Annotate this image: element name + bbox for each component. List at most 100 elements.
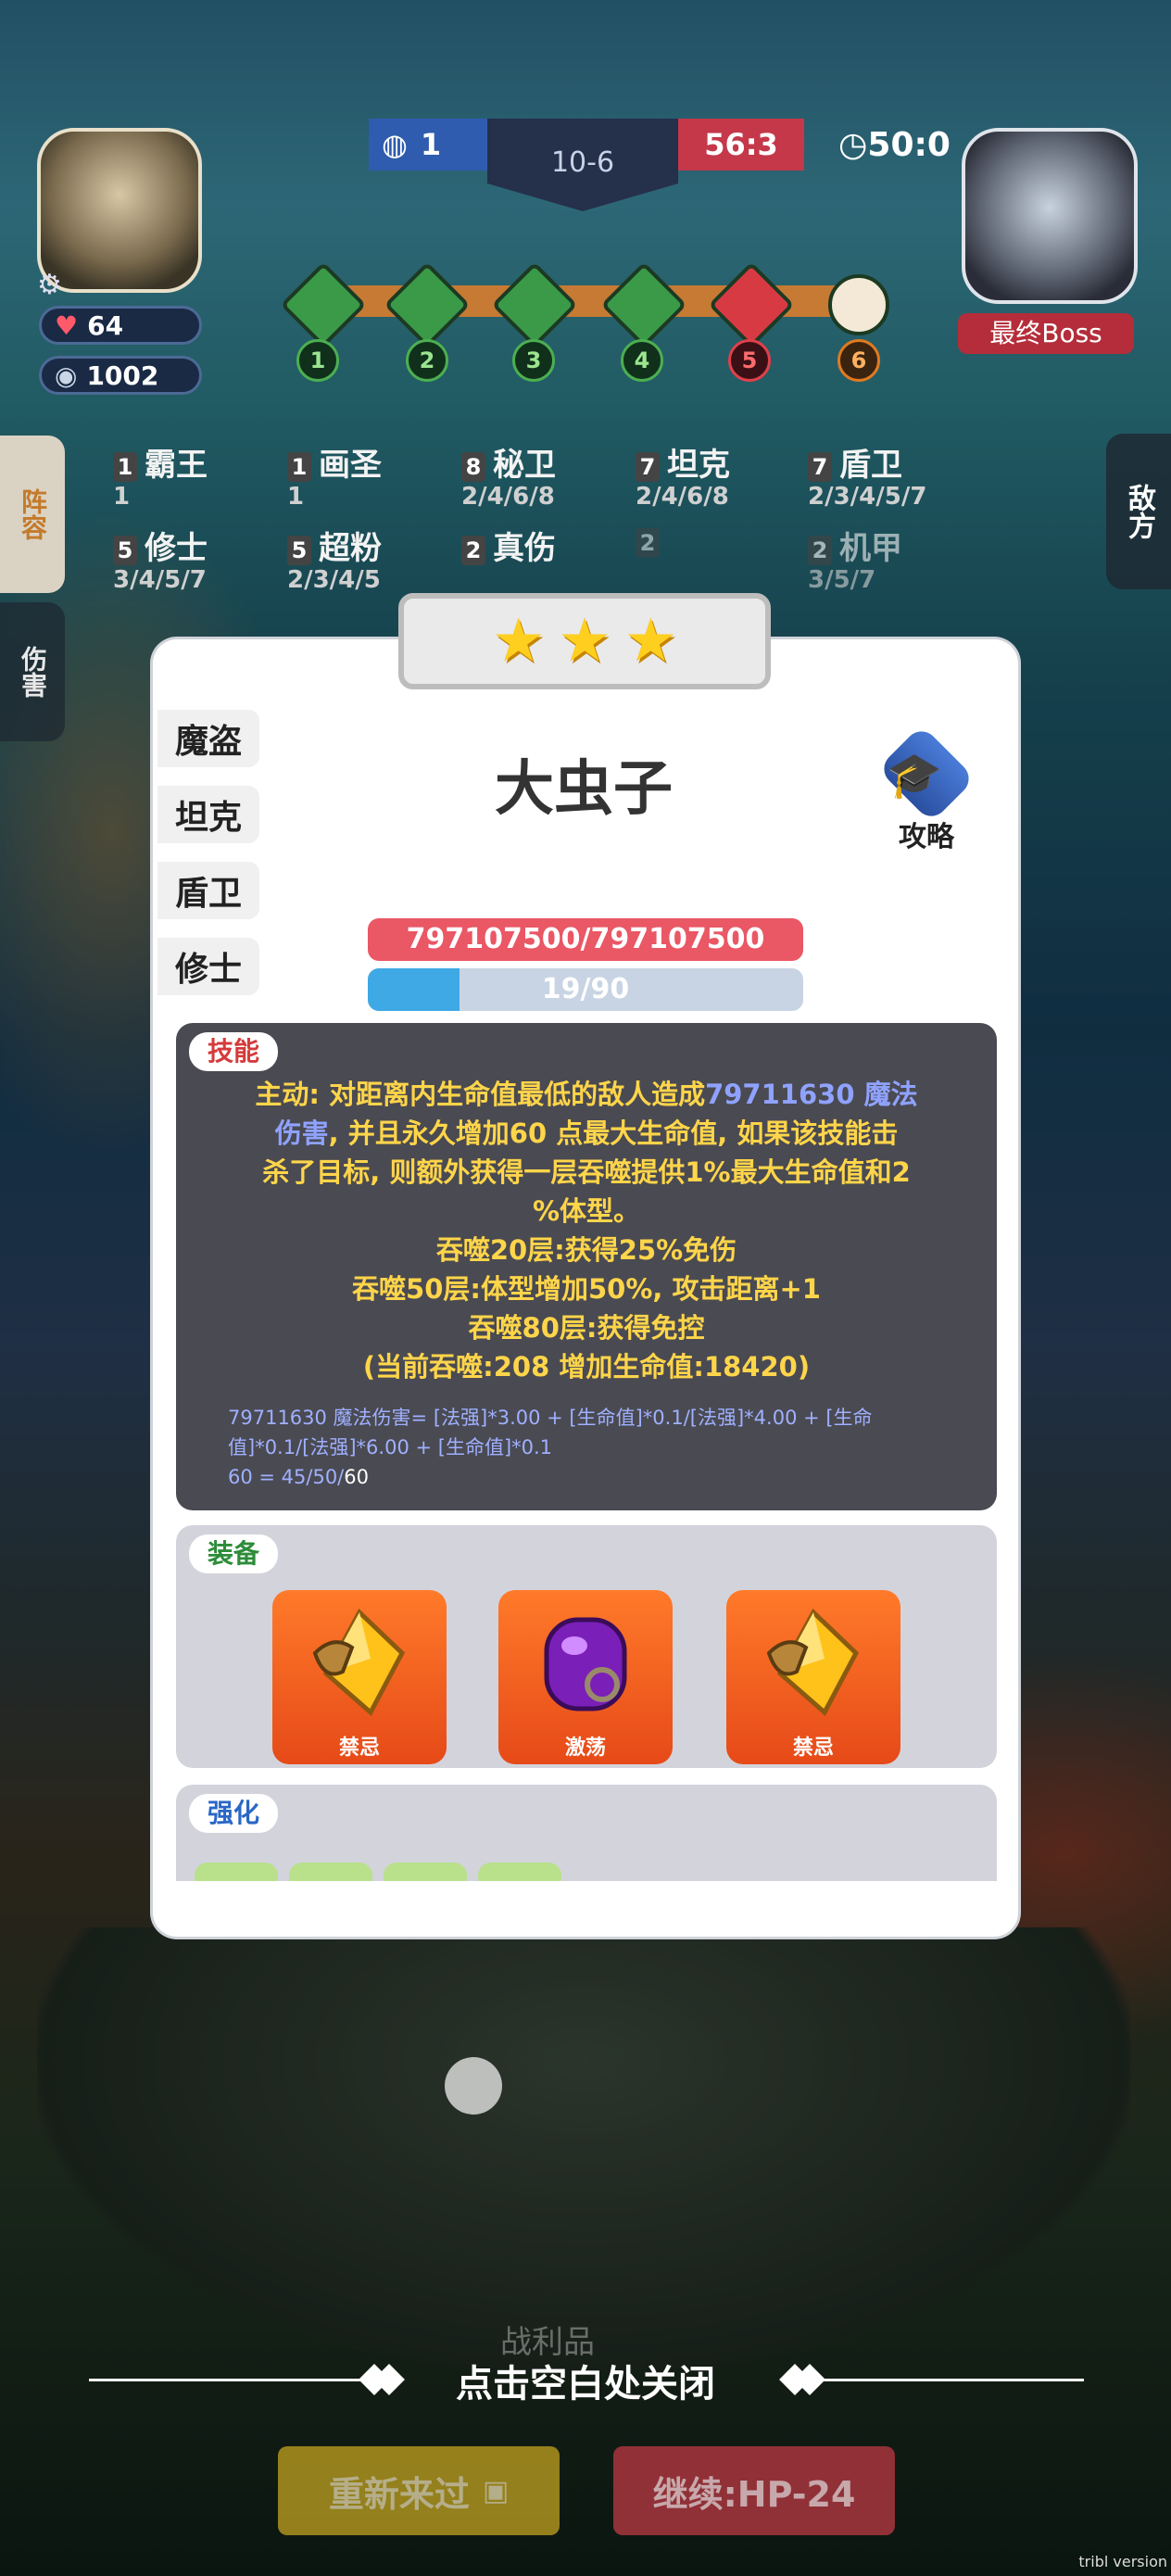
equipment-item-slot[interactable]: 禁忌 xyxy=(272,1590,447,1764)
role-tag[interactable]: 盾卫 xyxy=(157,862,259,919)
retry-label: 重新来过 xyxy=(328,2473,470,2515)
role-tag[interactable]: 魔盗 xyxy=(157,710,259,767)
skill-line: %体型。 xyxy=(532,1195,641,1227)
round-timer: ◷50:0 xyxy=(838,126,951,164)
heart-icon: ♥ xyxy=(55,309,79,341)
synergy-tiers: 1 xyxy=(287,483,305,511)
star-rating: ★ ★ ★ xyxy=(398,593,771,689)
tab-damage[interactable]: 伤害 xyxy=(0,602,65,741)
synergy-item[interactable]: 1 霸王 1 xyxy=(113,439,208,511)
synergy-item[interactable]: 7 坦克 2/4/6/8 xyxy=(636,439,730,511)
synergy-count: 2 xyxy=(636,527,660,558)
equipment-name: 禁忌 xyxy=(792,1736,834,1760)
synergy-item[interactable]: 5 超粉 2/3/4/5 xyxy=(287,523,382,594)
fire-icon: ◍ xyxy=(382,127,408,162)
skill-line: 杀了目标, 则额外获得一层吞噬提供1%最大生命值和2 xyxy=(262,1156,911,1188)
equipment-name: 禁忌 xyxy=(338,1736,380,1760)
player-hp-pill: ♥ 64 xyxy=(39,306,202,345)
formula-line: 60 = 45/50/ xyxy=(228,1466,345,1488)
synergy-count: 7 xyxy=(808,451,832,482)
skill-description: 主动: 对距离内生命值最低的敌人造成79711630 魔法 伤害, 并且永久增加… xyxy=(209,1075,963,1386)
settings-gear-icon[interactable]: ⚙ xyxy=(37,269,62,301)
enhancement-chip[interactable] xyxy=(478,1863,561,1881)
synergy-item[interactable]: 1 画圣 1 xyxy=(287,439,382,511)
synergy-name: 霸王 xyxy=(145,447,208,484)
synergy-name: 超粉 xyxy=(319,530,382,567)
unit-mana-bar: 19/90 xyxy=(368,968,803,1011)
guide-button[interactable]: 🎓 攻略 xyxy=(866,724,987,854)
synergy-tiers: 1 xyxy=(113,483,131,511)
synergy-item[interactable]: 5 修士 3/4/5/7 xyxy=(113,523,208,594)
clock-icon: ◷ xyxy=(838,126,868,164)
synergy-tiers: 2/3/4/5/7 xyxy=(808,483,927,511)
synergy-name: 盾卫 xyxy=(839,447,902,484)
star-icon: ★ xyxy=(558,607,611,676)
enhancement-section: 强化 xyxy=(176,1785,997,1881)
star-icon: ★ xyxy=(623,607,678,676)
skill-damage-value: 79711630 魔法 xyxy=(705,1079,918,1110)
star-icon: ★ xyxy=(491,607,546,676)
synergy-item[interactable]: 8 秘卫 2/4/6/8 xyxy=(461,439,556,511)
surge-orb-icon xyxy=(544,1617,627,1711)
mana-text: 19/90 xyxy=(541,973,630,1005)
watermark: tribl version xyxy=(1078,2553,1167,2570)
wave-number-2: 2 xyxy=(406,339,448,382)
continue-button[interactable]: 继续:HP-24 xyxy=(613,2446,895,2535)
equipment-section-title: 装备 xyxy=(189,1534,278,1573)
synergy-item[interactable]: 2 xyxy=(636,523,667,560)
unit-name: 大虫子 xyxy=(495,755,673,824)
left-score: ◍ 1 xyxy=(369,119,487,170)
role-tag-list: 魔盗 坦克 盾卫 修士 xyxy=(157,710,259,1014)
formula-line: 79711630 魔法伤害= [法强]*3.00 + [生命值]*0.1/[法强… xyxy=(228,1407,873,1429)
role-tag[interactable]: 坦克 xyxy=(157,786,259,843)
skill-line: 吞噬50层:体型增加50%, 攻击距离+1 xyxy=(352,1273,821,1305)
synergy-count: 8 xyxy=(461,451,485,482)
enhancement-chip[interactable] xyxy=(195,1863,278,1881)
synergy-tiers: 2/4/6/8 xyxy=(636,483,729,511)
synergy-item[interactable]: 2 真伤 xyxy=(461,523,556,567)
boss-avatar[interactable] xyxy=(962,128,1138,304)
synergy-tiers: 3/5/7 xyxy=(808,566,876,594)
wave-number-3: 3 xyxy=(512,339,555,382)
synergy-name: 修士 xyxy=(145,530,208,567)
unit-hp-bar: 797107500/797107500 xyxy=(368,918,803,961)
enhancement-chip[interactable] xyxy=(289,1863,372,1881)
synergy-name: 机甲 xyxy=(839,530,902,567)
tab-lineup[interactable]: 阵容 xyxy=(0,436,65,593)
synergy-tiers: 2/3/4/5 xyxy=(287,566,381,594)
synergy-name: 秘卫 xyxy=(493,447,556,484)
synergy-name: 真伤 xyxy=(493,530,556,567)
enhancement-chip[interactable] xyxy=(384,1863,467,1881)
equipment-name: 激荡 xyxy=(564,1736,606,1760)
mortarboard-icon: 🎓 xyxy=(887,750,942,802)
synergy-name: 画圣 xyxy=(319,447,382,484)
synergy-item[interactable]: 2 机甲 3/5/7 xyxy=(808,523,902,594)
forbidden-crystal-icon xyxy=(312,1608,406,1716)
skill-line: 主动: 对距离内生命值最低的敌人造成 xyxy=(255,1079,706,1110)
retry-button[interactable]: 重新来过 ▣ xyxy=(278,2446,560,2535)
skill-damage-type: 伤害 xyxy=(274,1118,329,1149)
wave-number-5: 5 xyxy=(728,339,771,382)
skill-line: 吞噬80层:获得免控 xyxy=(468,1312,705,1344)
wave-number-1: 1 xyxy=(296,339,339,382)
synergy-name: 坦克 xyxy=(667,447,730,484)
synergy-count: 2 xyxy=(461,535,485,565)
synergy-item[interactable]: 7 盾卫 2/3/4/5/7 xyxy=(808,439,926,511)
synergy-count: 7 xyxy=(636,451,660,482)
tab-enemy[interactable]: 敌方 xyxy=(1106,434,1171,589)
video-ad-icon: ▣ xyxy=(482,2474,510,2507)
coin-stack-icon: ◉ xyxy=(55,360,78,391)
synergy-count: 1 xyxy=(113,451,137,482)
right-score: 56:3 xyxy=(678,119,804,170)
enhancement-section-title: 强化 xyxy=(189,1794,278,1833)
timer-value: 50:0 xyxy=(867,126,951,164)
equipment-item-slot[interactable]: 激荡 xyxy=(498,1590,673,1764)
close-hint[interactable]: 点击空白处关闭 xyxy=(0,2354,1171,2407)
floating-orb xyxy=(445,2057,502,2115)
formula-current-value: 60 xyxy=(344,1466,369,1488)
left-score-value: 1 xyxy=(420,127,442,162)
synergy-count: 2 xyxy=(808,535,832,565)
equipment-item-slot[interactable]: 禁忌 xyxy=(726,1590,900,1764)
role-tag[interactable]: 修士 xyxy=(157,938,259,995)
wave-number-4: 4 xyxy=(621,339,663,382)
